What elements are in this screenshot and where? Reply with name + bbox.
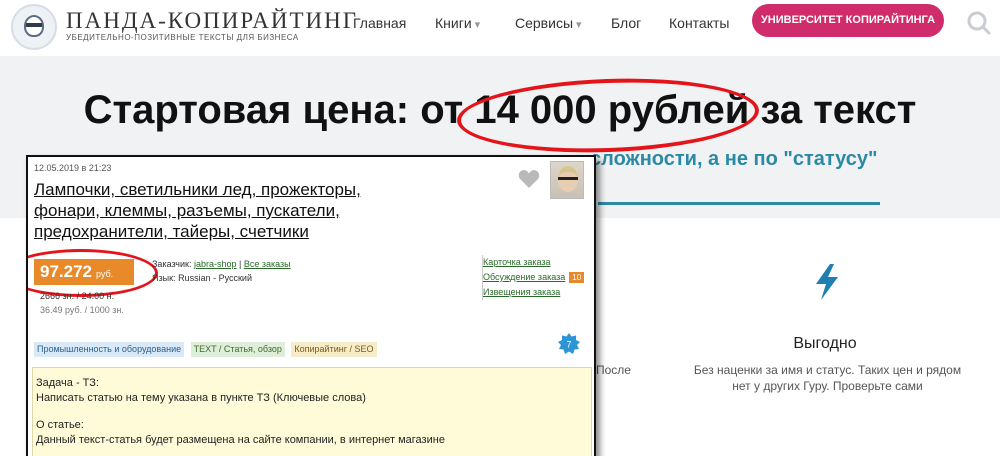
logo-tagline: УБЕДИТЕЛЬНО-ПОЗИТИВНЫЕ ТЕКСТЫ ДЛЯ БИЗНЕС… <box>66 33 299 42</box>
order-title-link[interactable]: Лампочки, светильники лед, прожекторы, ф… <box>34 179 414 242</box>
page: ПАНДА-КОПИРАЙТИНГ УБЕДИТЕЛЬНО-ПОЗИТИВНЫЕ… <box>0 0 1000 456</box>
customer-link[interactable]: jabra-shop <box>194 259 237 269</box>
chevron-down-icon: ▾ <box>576 19 582 31</box>
nav-item-label: Сервисы <box>515 15 574 31</box>
task-text: Написать статью на тему указана в пункте… <box>36 392 366 404</box>
favorite-heart-icon[interactable] <box>518 169 540 189</box>
tag-industry[interactable]: Промышленность и оборудование <box>34 342 185 357</box>
order-notices-link[interactable]: Извещения заказа <box>483 285 594 300</box>
all-orders-link[interactable]: Все заказы <box>244 259 291 269</box>
nav-item-blog[interactable]: Блог <box>611 15 641 31</box>
discussion-label: Обсуждение заказа <box>483 272 566 282</box>
about-text: Данный текст-статья будет размещена на с… <box>36 434 445 446</box>
benefit-text: Без наценки за имя и статус. Таких цен и… <box>693 363 962 393</box>
chevron-down-icon: ▾ <box>474 19 481 31</box>
nav-item-label: Блог <box>611 15 642 31</box>
nav-item-label: Контакты <box>669 15 730 31</box>
order-description: Задача - ТЗ: Написать статью на тему ука… <box>32 367 592 456</box>
order-links: Карточка заказа Обсуждение заказа 10 Изве… <box>482 255 594 300</box>
benefit-title: Выгодно <box>793 335 857 352</box>
order-discussion-link[interactable]: Обсуждение заказа 10 <box>483 270 594 285</box>
panda-logo-icon[interactable] <box>11 4 57 50</box>
benefit-fragment: После <box>596 363 631 377</box>
order-date: 12.05.2019 в 21:23 <box>34 163 112 173</box>
lightning-icon <box>816 264 838 300</box>
avatar-glasses-shape <box>558 177 578 182</box>
nav-item-label: Книги <box>435 15 472 31</box>
nav-item-label: Главная <box>353 15 407 31</box>
customer-avatar[interactable] <box>550 161 584 199</box>
gear-badge-icon[interactable]: 7 <box>558 333 580 355</box>
nav-item-home[interactable]: Главная <box>353 15 406 31</box>
hero-divider <box>598 202 880 205</box>
language-line: Язык: Russian - Русский <box>152 273 252 283</box>
order-card-link[interactable]: Карточка заказа <box>483 255 594 270</box>
language-label: Язык: <box>152 273 176 283</box>
customer-label: Заказчик: <box>152 259 192 269</box>
discussion-count-badge: 10 <box>569 272 585 283</box>
order-rate: 36.49 руб. / 1000 зн. <box>40 305 124 315</box>
order-tags: Промышленность и оборудование TEXT / Ста… <box>34 339 379 357</box>
price-highlight-ellipse <box>28 249 158 297</box>
order-chars: 2666 зн. / 24.00 н. <box>40 291 115 301</box>
logo-title[interactable]: ПАНДА-КОПИРАЙТИНГ <box>66 8 358 34</box>
nav-item-contacts[interactable]: Контакты <box>669 15 729 31</box>
nav-item-services[interactable]: Сервисы ▾ <box>515 15 582 31</box>
task-heading: Задача - ТЗ: <box>36 377 99 389</box>
language-value: Russian - Русский <box>178 273 252 283</box>
customer-line: Заказчик: jabra-shop | Все заказы <box>152 259 291 269</box>
order-card: 12.05.2019 в 21:23 Лампочки, светильники… <box>26 155 596 456</box>
search-icon[interactable] <box>966 10 992 36</box>
university-button[interactable]: УНИВЕРСИТЕТ КОПИРАЙТИНГА <box>752 4 944 37</box>
tag-type[interactable]: TEXT / Статья, обзор <box>190 342 285 357</box>
hero-subtitle: сложности, а не по "статусу" <box>590 148 878 170</box>
site-header: ПАНДА-КОПИРАЙТИНГ УБЕДИТЕЛЬНО-ПОЗИТИВНЫЕ… <box>0 0 1000 56</box>
gear-badge-count: 7 <box>566 340 571 350</box>
nav-item-books[interactable]: Книги ▾ <box>435 15 480 31</box>
panda-glasses-shape <box>26 23 42 28</box>
about-heading: О статье: <box>36 419 84 431</box>
tag-category[interactable]: Копирайтинг / SEO <box>291 342 377 357</box>
